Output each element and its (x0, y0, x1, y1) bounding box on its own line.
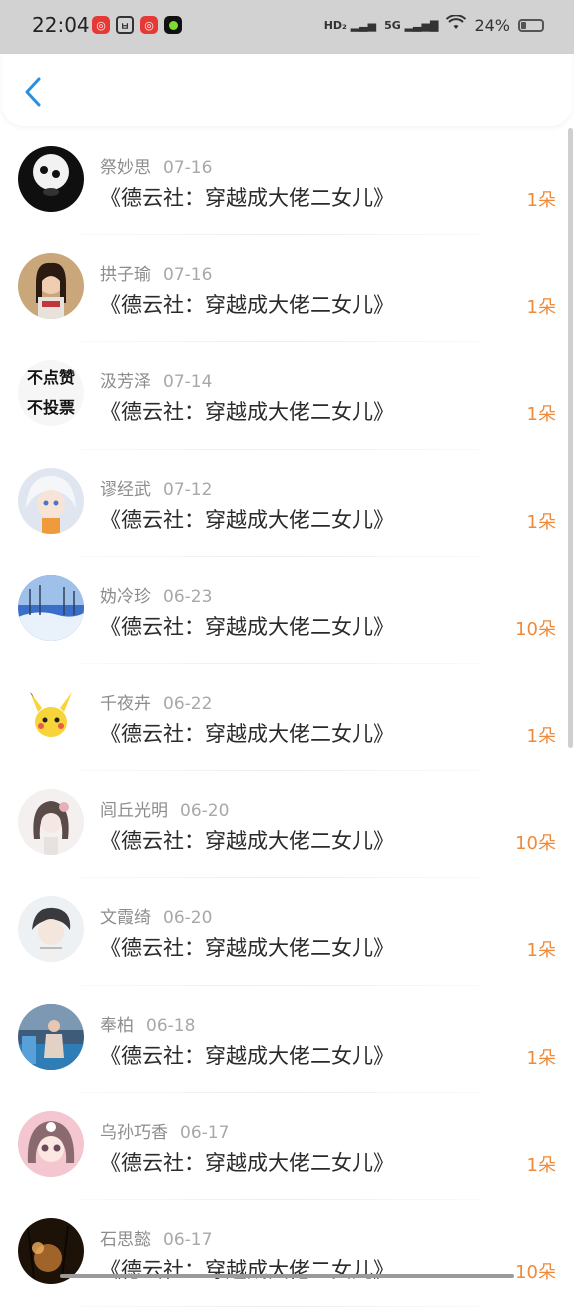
sender-name: 妫冷珍 (100, 586, 151, 607)
book-title[interactable]: 《德云社：穿越成大佬二女儿》 (100, 611, 394, 641)
chevron-left-icon (25, 77, 41, 107)
gift-row[interactable]: 石思懿 06-17 《德云社：穿越成大佬二女儿》 10朵 (0, 1200, 574, 1307)
sender-line: 石思懿 06-17 (100, 1225, 212, 1250)
gift-date: 06-17 (180, 1122, 230, 1143)
sender-line: 祭妙思 07-16 (100, 153, 212, 178)
book-title[interactable]: 《德云社：穿越成大佬二女儿》 (100, 1254, 394, 1284)
avatar[interactable] (18, 1110, 84, 1177)
gift-amount: 1朵 (526, 404, 556, 426)
gift-row[interactable]: 千夜卉 06-22 《德云社：穿越成大佬二女儿》 1朵 (0, 664, 574, 772)
sender-name: 拱子瑜 (100, 265, 151, 286)
avatar[interactable] (18, 467, 84, 534)
avatar-text: 不投票 (26, 398, 75, 418)
gift-date: 06-18 (146, 1015, 196, 1036)
notification-icons: ◎ ㅂ ◎ (92, 16, 182, 34)
gift-amount: 1朵 (526, 190, 556, 211)
avatar-text: 不点赞 (26, 368, 75, 388)
gift-date: 06-23 (163, 586, 213, 607)
gift-amount: 1朵 (526, 940, 556, 962)
gift-amount: 1朵 (526, 511, 556, 533)
avatar[interactable] (18, 253, 84, 320)
sender-name: 千夜卉 (100, 693, 151, 714)
sender-name: 祭妙思 (100, 158, 151, 178)
book-title[interactable]: 《德云社：穿越成大佬二女儿》 (100, 718, 394, 748)
sender-name: 奉柏 (100, 1015, 134, 1036)
cell-signal-icon: 5G ▂▃▅▇ (384, 18, 439, 32)
gift-row[interactable]: 文霞绮 06-20 《德云社：穿越成大佬二女儿》 1朵 (0, 878, 574, 986)
gift-date: 06-17 (163, 1229, 213, 1250)
gift-date: 06-22 (163, 693, 213, 714)
gift-amount: 1朵 (526, 1154, 556, 1176)
gift-row[interactable]: 奉柏 06-18 《德云社：穿越成大佬二女儿》 1朵 (0, 986, 574, 1093)
sender-line: 妫冷珍 06-23 (100, 582, 212, 607)
system-status: HD₂ ▂▃▅ 5G ▂▃▅▇ 24% (323, 14, 544, 35)
gift-amount: 1朵 (526, 725, 556, 747)
sender-line: 汲芳泽 07-14 (100, 367, 212, 392)
app-notification-icon (164, 16, 182, 34)
gift-row[interactable]: 谬经武 07-12 《德云社：穿越成大佬二女儿》 1朵 (0, 450, 574, 557)
avatar[interactable]: 不点赞 不投票 (18, 360, 84, 427)
gift-row[interactable]: 拱子瑜 07-16 《德云社：穿越成大佬二女儿》 1朵 (0, 235, 574, 343)
book-title[interactable]: 《德云社：穿越成大佬二女儿》 (100, 396, 394, 426)
gift-amount: 1朵 (526, 1047, 556, 1069)
wifi-icon (446, 14, 467, 35)
battery-icon (518, 18, 544, 32)
gift-row[interactable]: 妫冷珍 06-23 《德云社：穿越成大佬二女儿》 10朵 (0, 557, 574, 665)
avatar[interactable] (18, 146, 84, 212)
sender-line: 闾丘光明 06-20 (100, 796, 229, 821)
hd-signal-icon: HD₂ ▂▃▅ (323, 18, 377, 32)
book-title[interactable]: 《德云社：穿越成大佬二女儿》 (100, 932, 394, 962)
battery-percent: 24% (474, 15, 510, 35)
sender-name: 乌孙巧香 (100, 1122, 168, 1143)
netease-music-icon: ◎ (140, 16, 158, 34)
avatar[interactable] (18, 896, 84, 963)
sender-name: 汲芳泽 (100, 372, 151, 393)
gift-date: 06-20 (163, 908, 213, 929)
status-bar: 22:04 ◎ ㅂ ◎ HD₂ ▂▃▅ 5G ▂▃▅▇ 24% (0, 0, 574, 54)
sender-line: 奉柏 06-18 (100, 1011, 195, 1036)
sender-line: 谬经武 07-12 (100, 475, 212, 500)
book-title[interactable]: 《德云社：穿越成大佬二女儿》 (100, 289, 394, 319)
book-title[interactable]: 《德云社：穿越成大佬二女儿》 (100, 1040, 394, 1070)
book-title[interactable]: 《德云社：穿越成大佬二女儿》 (100, 182, 394, 212)
avatar[interactable] (18, 681, 84, 748)
avatar[interactable] (18, 789, 84, 856)
gift-date: 07-16 (163, 158, 213, 178)
gift-list: 祭妙思 07-16 《德云社：穿越成大佬二女儿》 1朵 拱子瑜 07-16 《德云社：穿越成… (0, 128, 574, 1307)
sender-name: 石思懿 (100, 1229, 151, 1250)
gift-row[interactable]: 不点赞 不投票 汲芳泽 07-14 《德云社：穿越成大佬二女儿》 1朵 (0, 342, 574, 450)
status-time: 22:04 (32, 13, 90, 37)
book-title[interactable]: 《德云社：穿越成大佬二女儿》 (100, 1147, 394, 1177)
gift-row[interactable]: 祭妙思 07-16 《德云社：穿越成大佬二女儿》 1朵 (0, 128, 574, 236)
gift-date: 07-16 (163, 265, 213, 286)
gift-date: 07-14 (163, 372, 213, 393)
sender-line: 乌孙巧香 06-17 (100, 1118, 229, 1143)
nav-bar (2, 54, 572, 126)
sender-line: 千夜卉 06-22 (100, 689, 212, 714)
book-title[interactable]: 《德云社：穿越成大佬二女儿》 (100, 825, 394, 855)
gift-amount: 10朵 (515, 833, 556, 855)
home-indicator[interactable] (60, 1274, 514, 1278)
scrollbar[interactable] (568, 128, 573, 748)
sender-line: 拱子瑜 07-16 (100, 260, 212, 285)
gift-row[interactable]: 闾丘光明 06-20 《德云社：穿越成大佬二女儿》 10朵 (0, 771, 574, 879)
sender-line: 文霞绮 06-20 (100, 903, 212, 928)
sender-name: 闾丘光明 (100, 801, 168, 822)
netease-music-icon: ◎ (92, 16, 110, 34)
bilibili-icon: ㅂ (116, 16, 134, 34)
sender-name: 文霞绮 (100, 908, 151, 929)
avatar[interactable] (18, 1003, 84, 1070)
back-button[interactable] (18, 74, 48, 110)
gift-row[interactable]: 乌孙巧香 06-17 《德云社：穿越成大佬二女儿》 1朵 (0, 1093, 574, 1201)
book-title[interactable]: 《德云社：穿越成大佬二女儿》 (100, 504, 394, 534)
gift-amount: 10朵 (515, 618, 556, 640)
gift-amount: 1朵 (526, 297, 556, 319)
gift-date: 06-20 (180, 801, 230, 822)
sender-name: 谬经武 (100, 479, 151, 500)
gift-date: 07-12 (163, 479, 213, 500)
avatar[interactable] (18, 574, 84, 641)
network-type: 5G (384, 18, 401, 32)
